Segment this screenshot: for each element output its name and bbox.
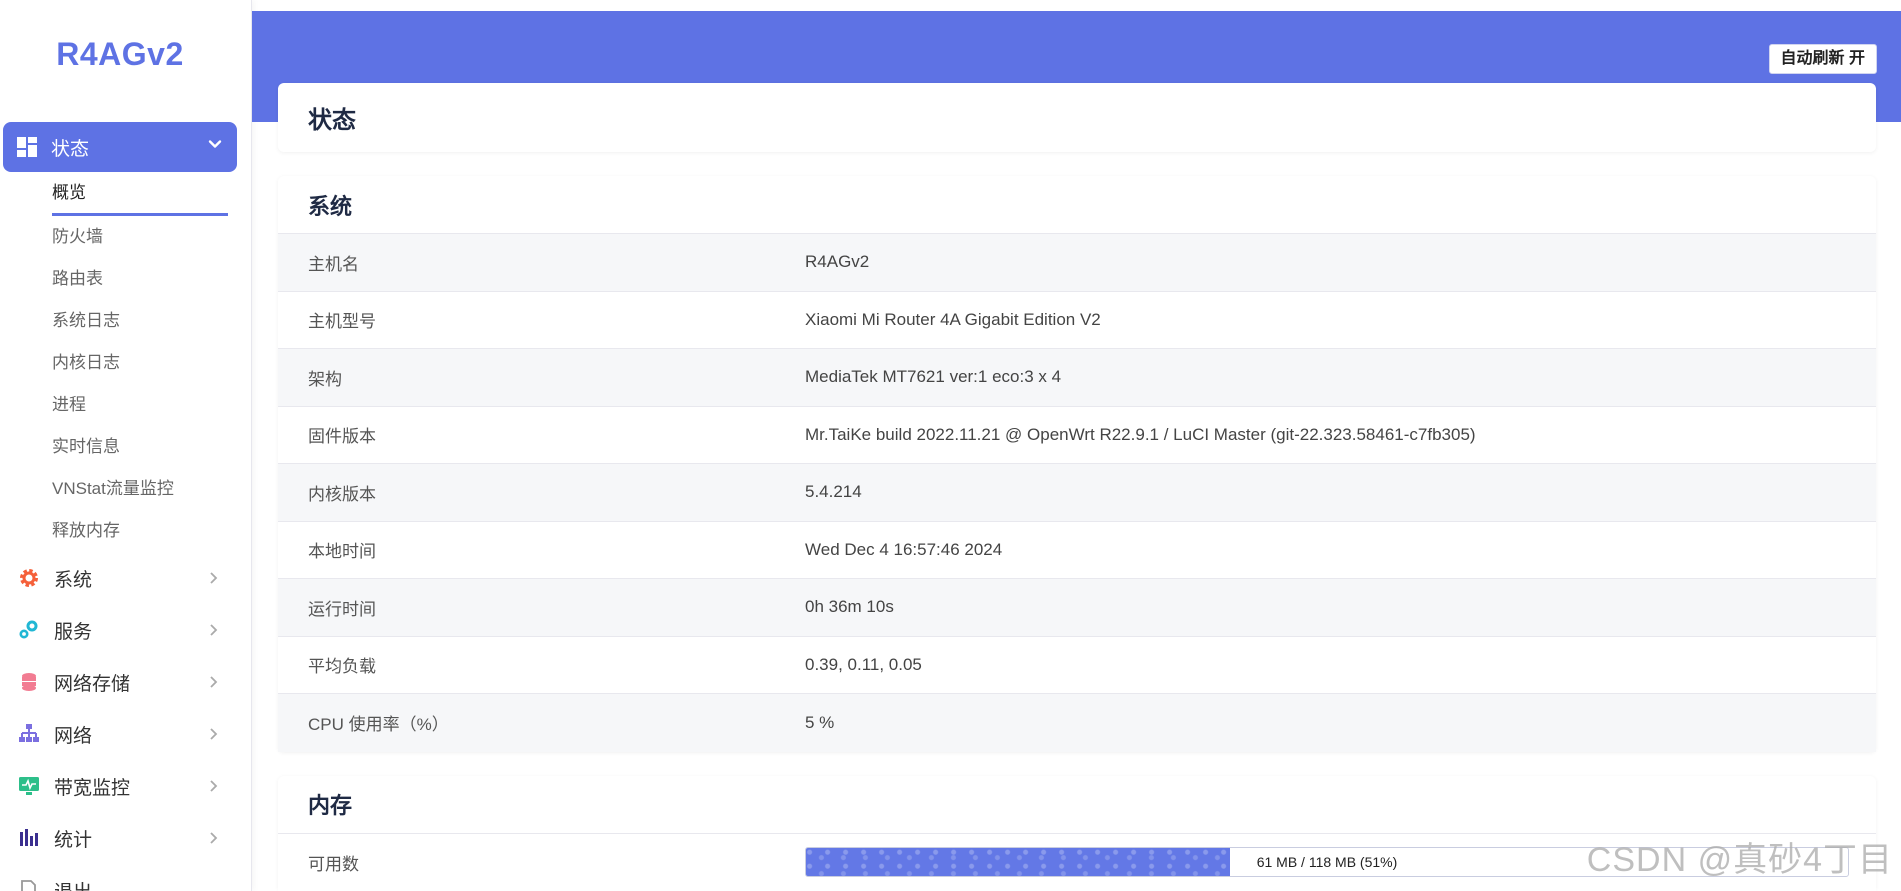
monitor-icon	[19, 777, 39, 795]
row-key: 运行时间	[308, 599, 376, 619]
bar-chart-icon	[20, 829, 38, 846]
sidebar-item-label: 网络存储	[54, 673, 131, 695]
row-key: 本地时间	[308, 542, 376, 562]
sitemap-icon	[19, 724, 39, 742]
row-value: Mr.TaiKe build 2022.11.21 @ OpenWrt R22.…	[805, 424, 1476, 444]
sidebar-item-label: 系统	[54, 569, 93, 591]
sidebar-subitem-overview[interactable]: 概览	[52, 172, 228, 216]
row-value: Wed Dec 4 16:57:46 2024	[805, 539, 1003, 559]
gear-icon	[20, 569, 38, 587]
sidebar-item-label: 退出	[54, 877, 92, 891]
table-row: 本地时间 Wed Dec 4 16:57:46 2024	[278, 522, 1876, 579]
sidebar-subitem-vnstat[interactable]: VNStat流量监控	[52, 468, 228, 510]
system-table: 主机名 R4AGv2 主机型号 Xiaomi Mi Router 4A Giga…	[278, 234, 1876, 752]
table-row: 主机名 R4AGv2	[278, 234, 1876, 292]
table-row: 主机型号 Xiaomi Mi Router 4A Gigabit Edition…	[278, 292, 1876, 349]
brand-logo[interactable]: R4AGv2	[0, 36, 240, 73]
row-key: 内核版本	[308, 484, 376, 504]
sidebar-menu: 系统 服务 网络存储 网络 带宽监控 统计	[0, 552, 240, 891]
table-row: 平均负载 0.39, 0.11, 0.05	[278, 637, 1876, 694]
watermark: CSDN @真砂4丁目	[1586, 841, 1893, 879]
chevron-right-icon	[210, 676, 218, 688]
table-row: 内核版本 5.4.214	[278, 464, 1876, 522]
sidebar: R4AGv2 状态 概览 防火墙 路由表 系统日志 内核日志 进程 实时信息 V…	[0, 0, 252, 891]
row-key: 平均负载	[308, 657, 376, 677]
sidebar-subitem-firewall[interactable]: 防火墙	[52, 216, 228, 258]
row-key: 主机型号	[308, 312, 376, 332]
row-key: 主机名	[308, 254, 359, 274]
services-icon	[19, 620, 38, 639]
chevron-down-icon	[208, 140, 222, 148]
chevron-right-icon	[210, 624, 218, 636]
sidebar-item-system[interactable]: 系统	[0, 552, 240, 604]
database-icon	[22, 673, 36, 691]
chevron-right-icon	[210, 832, 218, 844]
status-submenu: 概览 防火墙 路由表 系统日志 内核日志 进程 实时信息 VNStat流量监控 …	[52, 172, 228, 552]
table-row: 架构 MediaTek MT7621 ver:1 eco:3 x 4	[278, 349, 1876, 407]
page-title: 状态	[308, 107, 356, 134]
chevron-right-icon	[210, 572, 218, 584]
table-row: CPU 使用率（%） 5 %	[278, 694, 1876, 752]
sidebar-subitem-free-memory[interactable]: 释放内存	[52, 510, 228, 552]
sidebar-item-label: 状态	[51, 138, 90, 160]
table-row: 运行时间 0h 36m 10s	[278, 579, 1876, 637]
row-value: Xiaomi Mi Router 4A Gigabit Edition V2	[805, 309, 1101, 329]
row-key: 架构	[308, 369, 342, 389]
section-title: 内存	[278, 776, 1876, 834]
system-section: 系统 主机名 R4AGv2 主机型号 Xiaomi Mi Router 4A G…	[278, 176, 1876, 752]
table-row: 固件版本 Mr.TaiKe build 2022.11.21 @ OpenWrt…	[278, 407, 1876, 464]
sidebar-item-network[interactable]: 网络	[0, 708, 240, 760]
page: R4AGv2 状态 概览 防火墙 路由表 系统日志 内核日志 进程 实时信息 V…	[0, 0, 1901, 891]
main-content: 状态 系统 主机名 R4AGv2 主机型号 Xiaomi Mi Router 4…	[278, 83, 1876, 891]
page-title-card: 状态	[278, 83, 1876, 152]
row-value: R4AGv2	[805, 252, 870, 272]
logout-icon	[21, 880, 36, 891]
sidebar-item-status[interactable]: 状态	[3, 122, 237, 172]
row-value: 5 %	[805, 712, 835, 732]
row-key: 可用数	[308, 854, 359, 874]
row-value: MediaTek MT7621 ver:1 eco:3 x 4	[805, 367, 1062, 387]
sidebar-item-statistics[interactable]: 统计	[0, 812, 240, 864]
row-key: CPU 使用率（%）	[308, 715, 449, 735]
sidebar-subitem-realtime[interactable]: 实时信息	[52, 426, 228, 468]
sidebar-item-label: 带宽监控	[54, 777, 131, 799]
section-title: 系统	[278, 176, 1876, 234]
sidebar-item-logout[interactable]: 退出	[0, 864, 240, 891]
row-value: 0.39, 0.11, 0.05	[805, 654, 922, 674]
sidebar-subitem-kernel-log[interactable]: 内核日志	[52, 342, 228, 384]
sidebar-item-network-storage[interactable]: 网络存储	[0, 656, 240, 708]
sidebar-item-bandwidth[interactable]: 带宽监控	[0, 760, 240, 812]
sidebar-item-label: 统计	[54, 829, 93, 851]
chevron-right-icon	[210, 780, 218, 792]
chevron-right-icon	[210, 728, 218, 740]
sidebar-subitem-syslog[interactable]: 系统日志	[52, 300, 228, 342]
sidebar-item-services[interactable]: 服务	[0, 604, 240, 656]
dashboard-icon	[17, 137, 37, 157]
sidebar-subitem-processes[interactable]: 进程	[52, 384, 228, 426]
auto-refresh-button[interactable]: 自动刷新 开	[1768, 44, 1877, 74]
row-key: 固件版本	[308, 427, 376, 447]
row-value: 0h 36m 10s	[805, 597, 894, 617]
row-value: 5.4.214	[805, 482, 862, 502]
sidebar-item-label: 网络	[54, 725, 93, 747]
sidebar-subitem-routes[interactable]: 路由表	[52, 258, 228, 300]
sidebar-item-label: 服务	[54, 621, 93, 643]
